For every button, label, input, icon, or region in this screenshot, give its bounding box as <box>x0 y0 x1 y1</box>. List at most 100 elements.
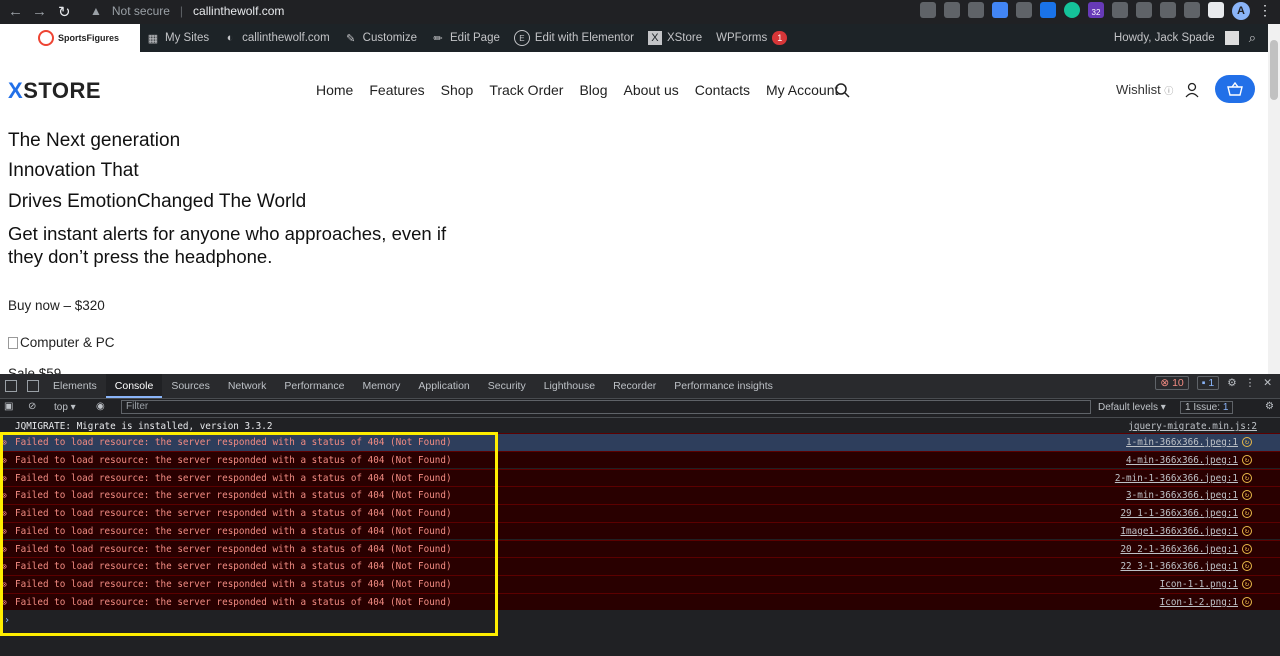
console-settings-icon[interactable]: ⚙ <box>1265 401 1274 412</box>
tab-performance[interactable]: Performance <box>275 374 353 398</box>
tab-memory[interactable]: Memory <box>353 374 409 398</box>
console-source-link[interactable]: 1-min-366x366.jpeg:1 <box>1126 434 1238 452</box>
more-icon[interactable]: ⋮ <box>1245 377 1256 389</box>
nav-about-us[interactable]: About us <box>624 82 679 98</box>
wp-account[interactable]: Howdy, Jack Spade ⌕ <box>1114 24 1256 52</box>
eye-icon[interactable]: ◉ <box>96 401 105 412</box>
buy-now-text[interactable]: Buy now – $320 <box>8 298 105 313</box>
error-count-badge[interactable]: ⊗ 10 <box>1155 376 1189 390</box>
profile-avatar[interactable]: A <box>1232 2 1250 20</box>
basket-icon <box>1227 82 1243 96</box>
request-icon[interactable]: ↻ <box>1242 543 1252 554</box>
wp-item-label: My Sites <box>165 32 210 44</box>
page-scroll-thumb[interactable] <box>1270 40 1278 100</box>
request-icon[interactable]: ↻ <box>1242 508 1252 518</box>
reload-icon[interactable]: ↻ <box>58 3 71 21</box>
issues-button[interactable]: 1 Issue: 1 <box>1180 401 1234 414</box>
wp-item-elementor[interactable]: E Edit with Elementor <box>513 30 634 46</box>
hero-line-3: Drives EmotionChanged The World <box>8 191 307 212</box>
console-source-link[interactable]: Icon-1-2.png:1 <box>1160 594 1238 612</box>
grammarly-icon[interactable] <box>1064 2 1080 18</box>
console-source-link[interactable]: 3-min-366x366.jpeg:1 <box>1126 487 1238 505</box>
main-nav: Home Features Shop Track Order Blog Abou… <box>316 82 838 98</box>
wp-item-wpforms[interactable]: WPForms 1 <box>716 31 788 45</box>
back-icon[interactable]: ← <box>8 3 23 20</box>
share-icon[interactable] <box>920 2 936 18</box>
device-toggle-icon[interactable] <box>27 380 39 392</box>
xstore-logo[interactable]: XSTORE <box>8 78 101 104</box>
tab-performance-insights[interactable]: Performance insights <box>665 374 782 398</box>
wp-item-my-sites[interactable]: ▦ My Sites <box>146 31 209 45</box>
badge-extension-icon[interactable]: 32 <box>1088 2 1104 18</box>
console-source-link[interactable]: 2-min-1-366x366.jpeg:1 <box>1115 470 1238 488</box>
nav-contacts[interactable]: Contacts <box>695 82 750 98</box>
nav-features[interactable]: Features <box>369 82 424 98</box>
request-icon[interactable]: ↻ <box>1242 579 1252 589</box>
tab-network[interactable]: Network <box>219 374 276 398</box>
console-source-link[interactable]: jquery-migrate.min.js:2 <box>1128 421 1257 433</box>
settings-icon[interactable]: ⚙ <box>1227 377 1236 389</box>
user-icon[interactable] <box>1184 82 1200 98</box>
console-source-link[interactable]: Image1-366x366.jpeg:1 <box>1120 523 1238 541</box>
eyedropper-icon[interactable] <box>1112 2 1128 18</box>
default-levels-select[interactable]: Default levels ▾ <box>1098 402 1166 413</box>
clear-console-icon[interactable]: ⊘ <box>28 401 36 412</box>
wp-item-edit-page[interactable]: ✏ Edit Page <box>431 31 499 45</box>
tab-sources[interactable]: Sources <box>162 374 219 398</box>
menu-icon[interactable]: ⋮ <box>1258 2 1272 20</box>
extension-icon[interactable] <box>968 2 984 18</box>
console-source-link[interactable]: 4-min-366x366.jpeg:1 <box>1126 452 1238 470</box>
request-icon[interactable]: ↻ <box>1242 596 1252 607</box>
broken-image-icon <box>8 336 18 349</box>
context-select[interactable]: top ▾ <box>54 402 76 413</box>
request-icon[interactable]: ↻ <box>1242 525 1252 536</box>
request-icon[interactable]: ↻ <box>1242 490 1252 501</box>
tab-console[interactable]: Console <box>105 374 163 398</box>
nav-my-account[interactable]: My Account <box>766 82 838 98</box>
request-icon[interactable]: ↻ <box>1242 472 1252 483</box>
forward-icon[interactable]: → <box>32 3 47 20</box>
site-logo[interactable]: SportsFigures <box>0 24 140 52</box>
wp-item-customize[interactable]: ✎ Customize <box>344 31 417 45</box>
close-icon[interactable]: ✕ <box>1263 377 1272 389</box>
wp-item-site[interactable]: ◐ callinthewolf.com <box>223 31 330 45</box>
console-source-link[interactable]: Icon-1-1.png:1 <box>1160 576 1238 594</box>
search-icon[interactable]: ⌕ <box>1249 30 1256 46</box>
cart-button[interactable] <box>1215 75 1255 103</box>
sidepanel-icon[interactable] <box>1208 2 1224 18</box>
devtools-actions: ⊗ 10 ▪ 1 ⚙ ⋮ ✕ <box>1155 376 1272 390</box>
translate-icon[interactable] <box>992 2 1008 18</box>
tab-security[interactable]: Security <box>479 374 535 398</box>
tab-lighthouse[interactable]: Lighthouse <box>535 374 604 398</box>
console-filter-input[interactable]: Filter <box>121 400 1091 414</box>
url-text[interactable]: callinthewolf.com <box>193 4 284 18</box>
link-icon[interactable] <box>1136 2 1152 18</box>
puzzle-icon[interactable] <box>1184 2 1200 18</box>
wishlist-link[interactable]: Wishlist ⓘ <box>1116 82 1173 97</box>
globe-icon[interactable] <box>1160 2 1176 18</box>
address-bar[interactable]: ▲ Not secure | callinthewolf.com <box>90 4 284 18</box>
url-divider: | <box>179 4 184 18</box>
sidebar-toggle-icon[interactable]: ▣ <box>4 401 13 412</box>
s-extension-icon[interactable] <box>1040 2 1056 18</box>
nav-home[interactable]: Home <box>316 82 353 98</box>
nav-shop[interactable]: Shop <box>441 82 474 98</box>
tab-elements[interactable]: Elements <box>44 374 106 398</box>
inspect-icon[interactable] <box>5 380 17 392</box>
site-search-icon[interactable] <box>834 82 850 98</box>
camera-icon[interactable] <box>1016 2 1032 18</box>
request-icon[interactable]: ↻ <box>1242 454 1252 465</box>
console-source-link[interactable]: 29 1-1-366x366.jpeg:1 <box>1120 505 1238 523</box>
star-icon[interactable] <box>944 2 960 18</box>
nav-blog[interactable]: Blog <box>579 82 607 98</box>
issue-count-badge[interactable]: ▪ 1 <box>1196 376 1220 390</box>
console-source-link[interactable]: 20 2-1-366x366.jpeg:1 <box>1120 541 1238 559</box>
nav-track-order[interactable]: Track Order <box>489 82 563 98</box>
request-icon[interactable]: ↻ <box>1242 437 1252 447</box>
wp-item-xstore[interactable]: X XStore <box>647 31 702 45</box>
request-icon[interactable]: ↻ <box>1242 561 1252 572</box>
tab-recorder[interactable]: Recorder <box>604 374 665 398</box>
tab-application[interactable]: Application <box>409 374 478 398</box>
console-source-link[interactable]: 22 3-1-366x366.jpeg:1 <box>1120 558 1238 576</box>
wpforms-badge: 1 <box>772 31 788 45</box>
